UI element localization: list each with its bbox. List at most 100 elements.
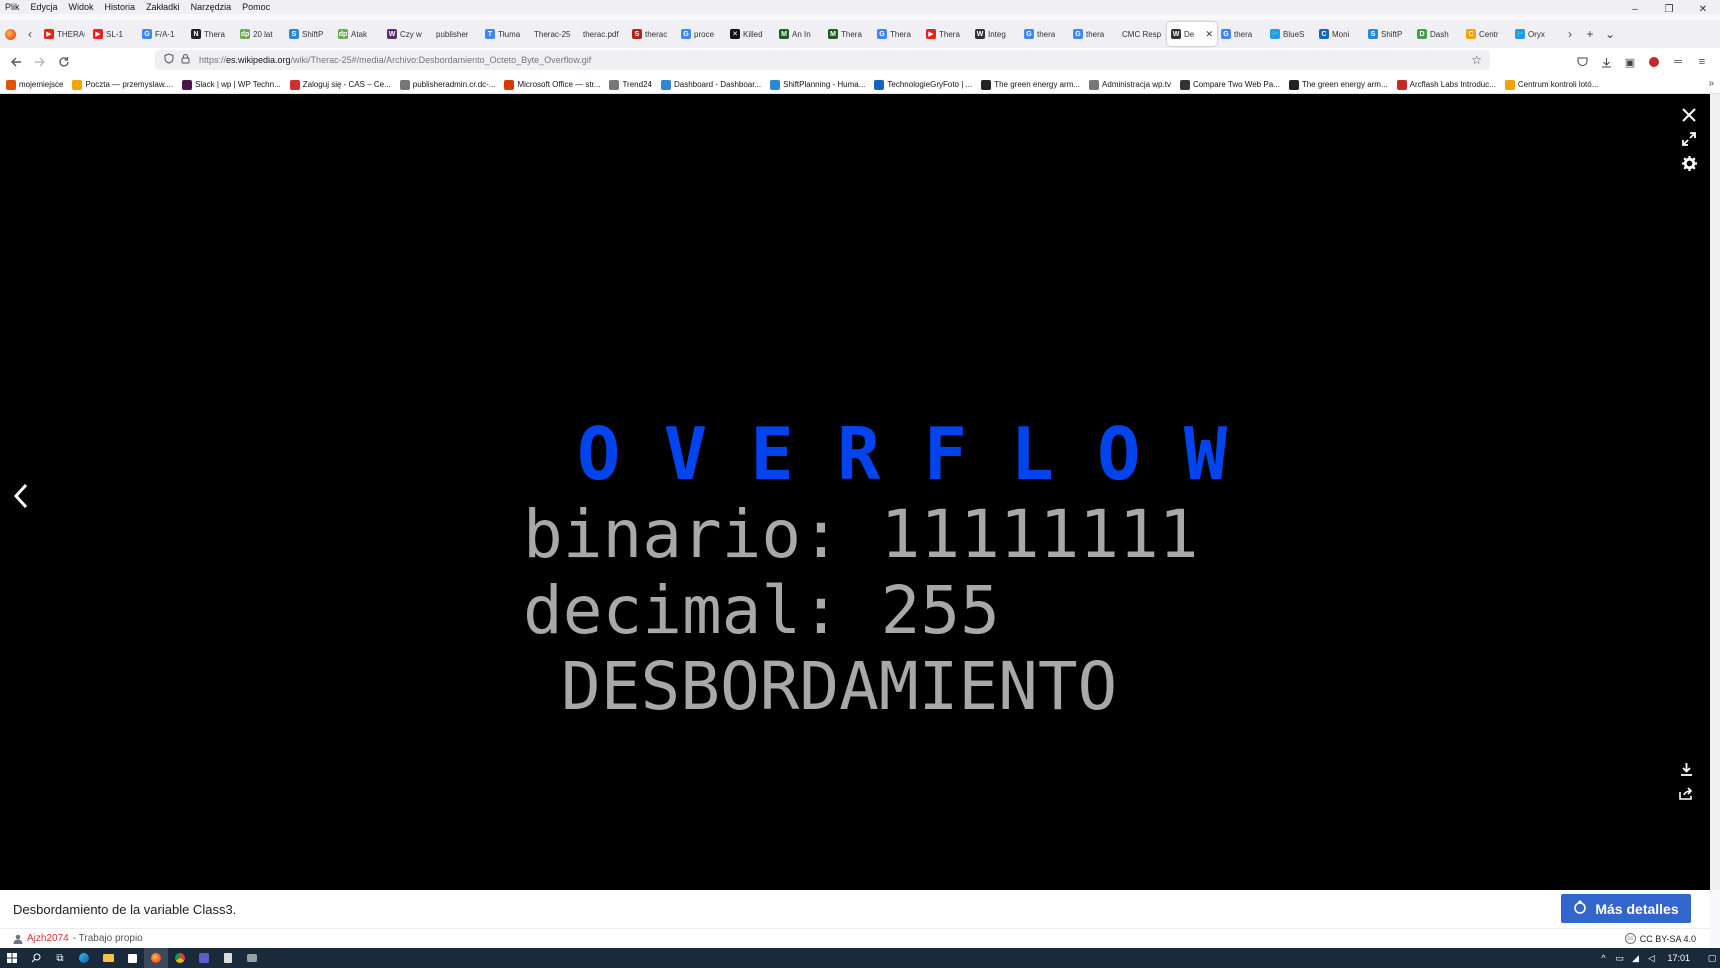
bookmark-item[interactable]: Slack | wp | WP Techn... [182, 79, 281, 90]
tab[interactable]: C Centr [1462, 22, 1511, 46]
tab[interactable]: G F/A-1 [138, 22, 187, 46]
bookmark-item[interactable]: Zaloguj się - CAS – Ce... [289, 79, 391, 90]
sync-icon[interactable]: ═ [1666, 52, 1690, 72]
tab[interactable]: T Tłuma [481, 22, 530, 46]
new-tab-button[interactable]: + [1580, 22, 1600, 46]
menu-zakladki[interactable]: Zakładki [141, 0, 186, 14]
tab-scroll-right-button[interactable]: › [1560, 22, 1580, 46]
tab[interactable]: D Dash [1413, 22, 1462, 46]
vertical-scrollbar[interactable] [1710, 94, 1720, 890]
tab[interactable]: Therac-25 [530, 22, 579, 46]
bookmark-item[interactable]: Trend24 [609, 79, 652, 90]
tab[interactable]: 🐦 BlueS [1266, 22, 1315, 46]
tab[interactable]: W Integ [971, 22, 1020, 46]
teams-icon[interactable] [192, 948, 216, 968]
bookmark-item[interactable]: Administracja wp.tv [1089, 79, 1171, 90]
bookmark-item[interactable]: TechnologieGryFoto | ... [874, 79, 972, 90]
notifications-icon[interactable]: ▢ [1704, 953, 1720, 964]
tab[interactable]: ▶ Thera [922, 22, 971, 46]
tab[interactable]: ▶THERAC [40, 22, 89, 46]
tab[interactable]: Gthera [1020, 22, 1069, 46]
tab[interactable]: G Thera [873, 22, 922, 46]
fullscreen-button[interactable] [1678, 128, 1700, 150]
bookmark-item[interactable]: The green energy arm... [981, 79, 1080, 90]
bookmark-item[interactable]: publisheradmin.cr.dc-... [399, 79, 495, 90]
back-button[interactable] [4, 50, 28, 74]
tab[interactable]: Gproce [677, 22, 726, 46]
task-view-icon[interactable]: ⧉ [48, 948, 72, 968]
bookmark-item[interactable]: Centrum kontroli lotó... [1504, 79, 1598, 90]
pocket-icon[interactable] [1570, 52, 1594, 72]
bookmark-item[interactable]: Compare Two Web Pa... [1179, 79, 1280, 90]
forward-button[interactable] [28, 50, 52, 74]
file-explorer-icon[interactable] [96, 948, 120, 968]
tab[interactable]: M Thera [824, 22, 873, 46]
tab[interactable]: dp Atak [334, 22, 383, 46]
firefox-view-button[interactable] [0, 22, 20, 46]
bookmark-item[interactable]: Poczta — przemyslaw.... [72, 79, 173, 90]
tab[interactable]: Gthera [1217, 22, 1266, 46]
downloads-icon[interactable] [1594, 52, 1618, 72]
start-button[interactable] [0, 948, 24, 968]
battery-icon[interactable]: ▭ [1611, 953, 1627, 964]
lock-icon[interactable] [177, 53, 193, 67]
tab[interactable]: S ShiftP [285, 22, 334, 46]
edge-icon[interactable] [72, 948, 96, 968]
menu-edycja[interactable]: Edycja [26, 0, 64, 14]
list-all-tabs-button[interactable]: ⌄ [1600, 22, 1620, 46]
tab[interactable]: therac.pdf [579, 22, 628, 46]
tab[interactable]: S ShiftP [1364, 22, 1413, 46]
hamburger-menu-icon[interactable]: ≡ [1690, 52, 1714, 72]
chrome-icon[interactable] [168, 948, 192, 968]
calculator-icon[interactable] [216, 948, 240, 968]
menu-pomoc[interactable]: Pomoc [237, 0, 276, 14]
tab[interactable]: ✕ Killed [726, 22, 775, 46]
bookmark-star-icon[interactable]: ☆ [1471, 53, 1482, 67]
tray-chevron-up-icon[interactable]: ^ [1595, 953, 1611, 963]
menu-narzedzia[interactable]: Narzędzia [186, 0, 238, 14]
share-button[interactable] [1675, 782, 1697, 804]
store-icon[interactable] [120, 948, 144, 968]
license-link[interactable]: cc CC BY-SA 4.0 [1624, 933, 1696, 944]
close-window-button[interactable]: ✕ [1686, 0, 1720, 18]
tab[interactable]: ▶ SL-1 [89, 22, 138, 46]
tab[interactable]: N Thera [187, 22, 236, 46]
menu-historia[interactable]: Historia [100, 0, 142, 14]
tab[interactable]: publisher [432, 22, 481, 46]
volume-icon[interactable]: ◁ [1643, 953, 1659, 964]
tab[interactable]: 🐦 Oryx [1511, 22, 1560, 46]
minimize-button[interactable]: – [1618, 0, 1652, 18]
bookmark-item[interactable]: Dashboard - Dashboar... [660, 79, 761, 90]
tab[interactable]: CMC Resp [1118, 22, 1167, 46]
extension-icon[interactable]: ▣ [1618, 52, 1642, 72]
url-text[interactable]: https://es.wikipedia.org/wiki/Therac-25#… [199, 55, 591, 65]
author-link[interactable]: Ajzh2074 [27, 933, 69, 944]
restore-button[interactable]: ❐ [1652, 0, 1686, 18]
bookmark-item[interactable]: ShiftPlanning - Huma... [770, 79, 865, 90]
tab[interactable]: C Moni [1315, 22, 1364, 46]
tab[interactable]: W Czy w [383, 22, 432, 46]
bookmark-item[interactable]: Arcflash Labs Introduc... [1396, 79, 1496, 90]
tab-scroll-left-button[interactable]: ‹ [20, 22, 40, 46]
taskbar-search-icon[interactable] [24, 948, 48, 968]
app-icon[interactable] [240, 948, 264, 968]
tab[interactable]: Stherac [628, 22, 677, 46]
tab[interactable]: M An In [775, 22, 824, 46]
tab[interactable]: dp 20 lat [236, 22, 285, 46]
settings-button[interactable] [1678, 152, 1700, 174]
menu-plik[interactable]: Plik [0, 0, 26, 14]
menu-widok[interactable]: Widok [64, 0, 100, 14]
taskbar-clock[interactable]: 17:01 [1667, 953, 1690, 963]
url-bar[interactable]: https://es.wikipedia.org/wiki/Therac-25#… [155, 50, 1490, 70]
firefox-taskbar-icon[interactable] [144, 948, 168, 968]
tab[interactable]: Gthera [1069, 22, 1118, 46]
bookmarks-overflow-icon[interactable]: » [1708, 78, 1714, 89]
more-details-button[interactable]: Más detalles [1561, 894, 1691, 923]
bookmark-item[interactable]: The green energy arm... [1288, 79, 1388, 90]
addon-shield-icon[interactable] [1642, 52, 1666, 72]
tracking-protection-icon[interactable] [161, 53, 177, 67]
download-button[interactable] [1675, 758, 1697, 780]
bookmark-item[interactable]: Microsoft Office — str... [504, 79, 600, 90]
close-viewer-button[interactable] [1678, 104, 1700, 126]
network-icon[interactable]: ◢ [1627, 953, 1643, 964]
